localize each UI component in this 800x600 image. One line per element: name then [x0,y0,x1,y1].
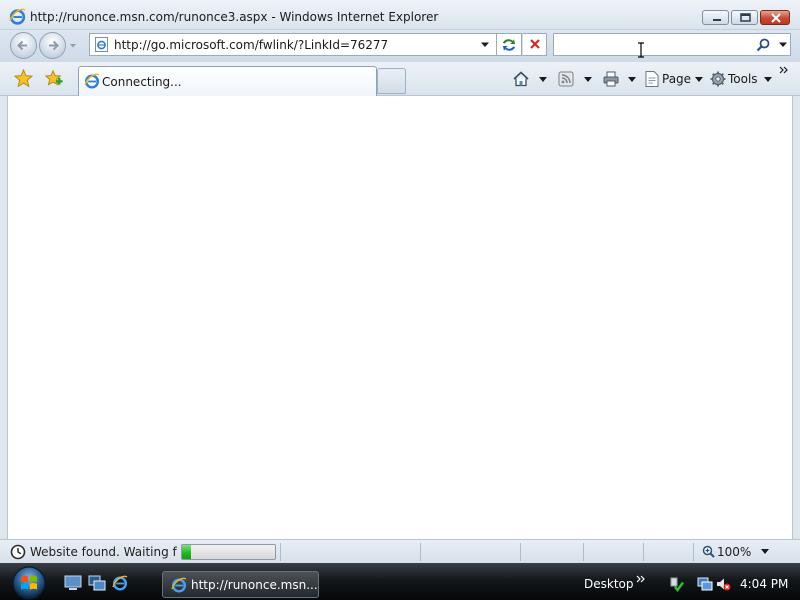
feeds-icon [558,71,574,87]
print-button[interactable] [600,68,640,90]
status-divider [643,543,644,561]
network-icon[interactable] [697,576,713,592]
toolbar-chevron-icon[interactable] [636,575,646,583]
ie-logo-icon [171,577,187,593]
switch-windows-icon[interactable] [88,575,106,591]
taskbar-button-label: http://runonce.msn... [191,578,318,592]
ie-logo-icon[interactable] [111,575,129,591]
stop-button[interactable] [522,33,547,56]
feeds-button[interactable] [555,68,595,90]
favorites-star-icon[interactable] [14,69,33,88]
minimize-icon [713,19,721,21]
status-divider [520,543,521,561]
search-input[interactable] [558,34,748,55]
recent-pages-dropdown-icon[interactable] [69,42,77,50]
windows-orb-icon[interactable] [8,564,50,600]
refresh-button[interactable] [497,33,522,56]
taskbar: http://runonce.msn... Desktop 4:04 PM [0,563,800,600]
new-tab-button[interactable] [377,68,406,94]
back-button[interactable] [10,32,37,59]
tools-menu-label: Tools [728,72,758,86]
address-row [0,30,800,62]
status-divider [583,543,584,561]
desktop-toolbar[interactable]: Desktop [584,577,634,591]
search-options-dropdown-icon[interactable] [778,41,788,49]
progress-fill [182,545,192,559]
status-divider [693,543,694,561]
forward-button[interactable] [39,32,66,59]
tab-active[interactable]: Connecting... [78,66,377,96]
maximize-button[interactable] [731,10,758,25]
forward-arrow-icon [49,40,59,51]
search-icon[interactable] [756,38,770,52]
zoom-level[interactable]: 100% [717,545,751,559]
tab-command-row: Connecting... Page Tools [0,62,800,96]
chevron-down-icon [695,77,703,82]
title-bar[interactable]: http://runonce.msn.com/runonce3.aspx - W… [0,0,800,30]
chevron-down-icon[interactable] [539,77,547,82]
status-bar: Website found. Waiting for reply... 100% [0,539,800,563]
page-menu-button[interactable]: Page [641,68,705,90]
volume-muted-icon[interactable] [715,576,731,592]
home-button[interactable] [510,68,550,90]
security-center-icon[interactable] [668,576,684,592]
ie-page-icon [95,37,108,52]
url-dropdown-icon[interactable] [480,41,490,49]
address-bar[interactable] [89,33,497,56]
chevron-down-icon[interactable] [628,77,636,82]
chevron-down-icon[interactable] [761,549,769,554]
more-commands-chevron-icon[interactable] [779,66,789,76]
maximize-icon [740,13,751,22]
stop-icon [530,39,540,49]
back-arrow-icon [17,40,27,51]
close-icon [771,13,781,23]
search-box[interactable] [553,33,791,56]
tab-label: Connecting... [102,75,182,89]
chevron-down-icon[interactable] [584,77,592,82]
text-cursor-icon [638,42,644,58]
add-favorites-icon[interactable] [44,69,64,88]
close-button[interactable] [760,10,790,25]
show-desktop-icon[interactable] [64,575,82,591]
chevron-down-icon [764,77,772,82]
print-icon [603,71,619,87]
progress-bar [181,544,276,560]
url-input[interactable] [114,34,469,55]
minimize-button[interactable] [702,10,729,25]
page-menu-label: Page [662,72,692,86]
status-divider [280,543,281,561]
gear-icon [710,71,726,87]
refresh-icon [503,39,515,51]
status-text-container: Website found. Waiting for reply... [30,545,177,559]
window-title: http://runonce.msn.com/runonce3.aspx - W… [30,10,439,24]
zoom-icon[interactable] [702,545,715,558]
taskbar-button-ie[interactable]: http://runonce.msn... [162,571,319,598]
ie-logo-icon [84,73,100,89]
page-content-area[interactable] [7,96,793,539]
page-icon [645,71,659,87]
home-icon [513,71,529,87]
tools-menu-button[interactable]: Tools [707,68,773,90]
status-text: Website found. Waiting for reply... [30,545,177,559]
clock[interactable]: 4:04 PM [740,577,788,591]
ie-logo-icon [9,8,26,25]
status-divider [420,543,421,561]
clock-icon [10,544,26,560]
